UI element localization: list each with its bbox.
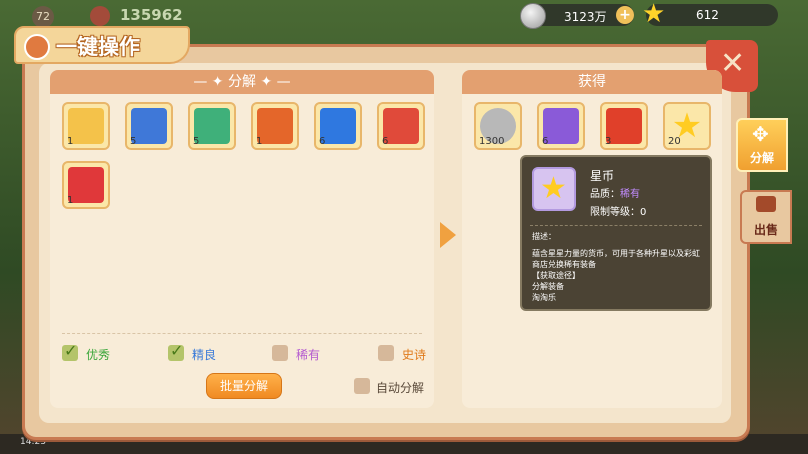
decompose-header: — ✦ 分解 ✦ — bbox=[50, 70, 434, 94]
tooltip-quality: 品质：稀有 bbox=[590, 185, 640, 200]
item-tooltip: ★ 星币 品质：稀有 限制等级：0 描述： 蕴含星星力量的货币，可用于各种升星以… bbox=[520, 155, 712, 311]
power-score: 135962 bbox=[120, 6, 183, 24]
obtain-item-slot[interactable]: 3 bbox=[600, 102, 648, 150]
obtain-item-count: 20 bbox=[668, 136, 681, 147]
tooltip-desc-title: 描述： bbox=[532, 232, 556, 241]
blade-icon bbox=[68, 167, 104, 203]
obtain-item-count: 1300 bbox=[479, 136, 505, 147]
decompose-item-slot[interactable]: 6 bbox=[377, 102, 425, 150]
coin-value: 3123万 bbox=[564, 10, 607, 24]
star-counter: ★ 612 bbox=[642, 1, 778, 27]
title-badge-icon bbox=[24, 34, 50, 60]
filter-rare-checkbox[interactable] bbox=[272, 345, 288, 361]
tooltip-item-name: 星币 bbox=[590, 169, 615, 183]
decompose-item-count: 1 bbox=[67, 136, 74, 147]
silver-coin-icon bbox=[520, 3, 546, 29]
filter-divider bbox=[62, 333, 422, 334]
decompose-item-slot[interactable]: 5 bbox=[125, 102, 173, 150]
tooltip-quality-value: 稀有 bbox=[620, 189, 640, 200]
batch-decompose-button[interactable]: 批量分解 bbox=[206, 373, 282, 399]
auto-decompose-checkbox[interactable] bbox=[354, 378, 370, 394]
tooltip-description: 描述： 蕴含星星力量的货币，可用于各种升星以及彩虹商店兑换稀有装备 【获取途径】… bbox=[532, 231, 702, 303]
tooltip-source-1: 分解装备 bbox=[532, 282, 564, 291]
obtain-item-slot[interactable]: 6 bbox=[537, 102, 585, 150]
tab-sell[interactable]: 出售 bbox=[740, 190, 792, 244]
coin-counter: 3123万 + bbox=[520, 3, 634, 29]
filter-excellent-checkbox[interactable] bbox=[62, 341, 78, 361]
decompose-item-count: 5 bbox=[130, 136, 137, 147]
decompose-item-slot[interactable]: 1 bbox=[62, 102, 110, 150]
filter-fine-checkbox[interactable] bbox=[168, 341, 184, 361]
frame-icon bbox=[194, 108, 230, 144]
filter-epic-label: 史诗 bbox=[402, 348, 427, 362]
shop-icon bbox=[756, 196, 776, 212]
tooltip-source-title: 【获取途径】 bbox=[532, 271, 580, 280]
decompose-item-count: 6 bbox=[319, 136, 326, 147]
puzzle-icon: ✥ bbox=[752, 122, 769, 146]
auto-decompose-label: 自动分解 bbox=[376, 381, 425, 395]
frame-icon bbox=[320, 108, 356, 144]
tooltip-quality-label: 品质： bbox=[590, 189, 620, 200]
frame-icon bbox=[257, 108, 293, 144]
decompose-item-slot[interactable]: 6 bbox=[314, 102, 362, 150]
tab-decompose[interactable]: ✥ 分解 bbox=[736, 118, 788, 172]
player-level-badge: 72 bbox=[32, 6, 54, 28]
tooltip-source-2: 淘淘乐 bbox=[532, 293, 556, 302]
decompose-item-slot[interactable]: 1 bbox=[251, 102, 299, 150]
filter-epic-checkbox[interactable] bbox=[378, 345, 394, 361]
obtain-item-slot[interactable]: 1300 bbox=[474, 102, 522, 150]
decompose-item-count: 6 bbox=[382, 136, 389, 147]
arrow-right-icon bbox=[440, 222, 456, 248]
star-icon: ★ bbox=[642, 0, 666, 29]
panel-title: 一键操作 bbox=[56, 35, 140, 59]
add-coin-button[interactable]: + bbox=[616, 6, 634, 24]
obtain-item-count: 6 bbox=[542, 136, 549, 147]
close-icon: ✕ bbox=[720, 46, 746, 81]
tooltip-level-limit: 限制等级：0 bbox=[590, 207, 647, 218]
red-gem-icon bbox=[606, 108, 642, 144]
obtain-item-count: 3 bbox=[605, 136, 612, 147]
gear-icon bbox=[131, 108, 167, 144]
decompose-item-count: 5 bbox=[193, 136, 200, 147]
purple-crystal-icon bbox=[543, 108, 579, 144]
obtain-header: 获得 bbox=[462, 70, 722, 94]
tab-sell-label: 出售 bbox=[753, 223, 778, 237]
panel-title-tag: 一键操作 bbox=[14, 26, 190, 64]
decompose-item-slot[interactable]: 1 bbox=[62, 161, 110, 209]
star-coin-icon: ★ bbox=[532, 167, 576, 211]
decompose-item-count: 1 bbox=[256, 136, 263, 147]
star-value: 612 bbox=[696, 8, 719, 22]
gem-icon bbox=[90, 6, 110, 26]
obtain-item-slot[interactable]: ★ 20 bbox=[663, 102, 711, 150]
tooltip-desc-text: 蕴含星星力量的货币，可用于各种升星以及彩虹商店兑换稀有装备 bbox=[532, 249, 700, 269]
tab-decompose-label: 分解 bbox=[749, 151, 774, 165]
frame-icon bbox=[383, 108, 419, 144]
tooltip-divider bbox=[530, 225, 702, 226]
decompose-item-count: 1 bbox=[67, 195, 74, 206]
filter-excellent-label: 优秀 bbox=[86, 348, 111, 362]
filter-rare-label: 稀有 bbox=[296, 348, 321, 362]
ring-icon bbox=[68, 108, 104, 144]
decompose-item-slot[interactable]: 5 bbox=[188, 102, 236, 150]
filter-fine-label: 精良 bbox=[192, 348, 217, 362]
